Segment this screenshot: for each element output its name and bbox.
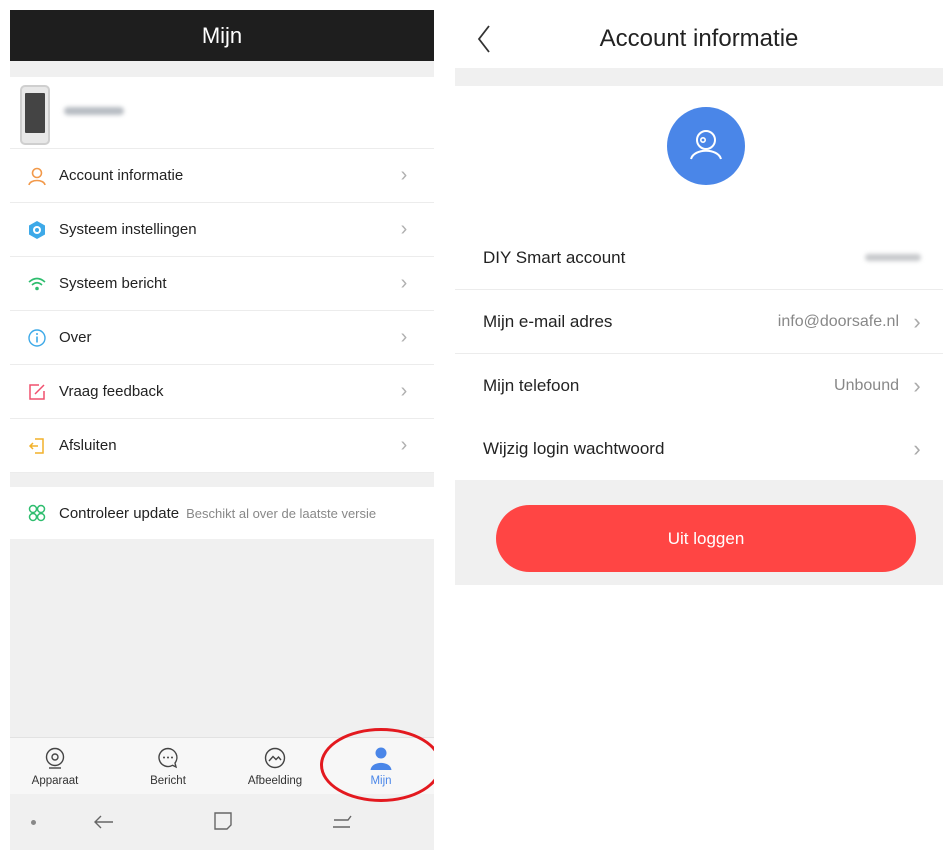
recents-square-icon[interactable] [212, 810, 234, 832]
tab-apparaat[interactable]: Apparaat [15, 738, 95, 795]
page-title: Account informatie [599, 25, 799, 52]
account-header: Account informatie [455, 10, 943, 68]
menu-label: Afsluiten [59, 437, 117, 454]
menu-label: Systeem instellingen [59, 221, 197, 238]
menu-systeem-bericht[interactable]: Systeem bericht › [10, 257, 434, 311]
info-icon [26, 327, 48, 349]
section-divider [10, 61, 434, 77]
edit-icon [26, 381, 48, 403]
chat-icon [156, 746, 180, 770]
nav-dot-icon [31, 820, 36, 825]
tab-afbeelding[interactable]: Afbeelding [235, 738, 315, 795]
menu-label: Vraag feedback [59, 383, 164, 400]
chevron-right-icon: › [400, 218, 408, 240]
blurred-account-value [865, 254, 921, 261]
update-status: Beschikt al over de laatste versie [186, 505, 377, 521]
avatar-person-icon [690, 130, 722, 160]
chevron-right-icon: › [400, 164, 408, 186]
menu-account-informatie[interactable]: Account informatie › [10, 149, 434, 203]
row-telefoon[interactable]: Mijn telefoon Unbound › [455, 354, 943, 418]
row-label: Wijzig login wachtwoord [483, 438, 665, 458]
switch-apps-icon[interactable] [330, 810, 354, 834]
back-arrow-icon[interactable] [92, 810, 116, 834]
chevron-right-icon: › [400, 380, 408, 402]
menu-afsluiten[interactable]: Afsluiten › [10, 419, 434, 473]
check-update-row[interactable]: Controleer update Beschikt al over de la… [10, 487, 434, 539]
row-diy-smart-account: DIY Smart account [455, 226, 943, 290]
device-profile-row[interactable] [10, 77, 434, 149]
tab-bericht[interactable]: Bericht [128, 738, 208, 795]
blurred-device-name [64, 107, 124, 115]
account-informatie-screen: Account informatie DIY Smart account Mij… [455, 10, 943, 585]
menu-over[interactable]: Over › [10, 311, 434, 365]
tab-label: Apparaat [31, 775, 79, 787]
row-label: Mijn telefoon [483, 375, 580, 395]
mijn-screen: Mijn Account informatie › Systeem instel… [10, 10, 434, 850]
logout-label: Uit loggen [667, 528, 745, 548]
email-value: info@doorsafe.nl [777, 312, 899, 330]
tab-label: Afbeelding [247, 775, 303, 787]
update-clover-icon [26, 502, 48, 524]
menu-label: Account informatie [59, 167, 184, 184]
highlight-annotation-circle [320, 728, 434, 802]
logout-button[interactable]: Uit loggen [496, 505, 916, 572]
camera-icon [43, 746, 67, 770]
update-label: Controleer update [59, 504, 180, 522]
row-email[interactable]: Mijn e-mail adres info@doorsafe.nl › [455, 290, 943, 354]
menu-systeem-instellingen[interactable]: Systeem instellingen › [10, 203, 434, 257]
row-label: Mijn e-mail adres [483, 311, 613, 331]
phone-screen [25, 93, 45, 133]
chevron-right-icon: › [913, 308, 921, 334]
menu-vraag-feedback[interactable]: Vraag feedback › [10, 365, 434, 419]
chevron-right-icon: › [400, 434, 408, 456]
chevron-right-icon: › [913, 435, 921, 461]
menu-label: Systeem bericht [59, 275, 167, 292]
phone-value: Unbound [834, 376, 899, 394]
tab-label: Bericht [150, 775, 186, 787]
wifi-icon [26, 273, 48, 295]
row-wijzig-wachtwoord[interactable]: Wijzig login wachtwoord › [455, 417, 943, 480]
avatar[interactable] [667, 107, 745, 185]
page-title: Mijn [201, 22, 243, 48]
person-icon [26, 165, 48, 187]
chevron-right-icon: › [913, 372, 921, 398]
menu-label: Over [59, 329, 92, 346]
chevron-right-icon: › [400, 326, 408, 348]
phone-device-icon [20, 85, 50, 145]
exit-icon [26, 435, 48, 457]
mijn-header: Mijn [10, 10, 434, 61]
image-icon [263, 746, 287, 770]
android-nav-bar [10, 794, 434, 850]
row-label: DIY Smart account [483, 247, 626, 267]
back-button[interactable] [467, 20, 501, 58]
section-divider [455, 68, 943, 86]
chevron-right-icon: › [400, 272, 408, 294]
settings-hex-icon [26, 219, 48, 241]
chevron-left-icon [477, 25, 490, 53]
